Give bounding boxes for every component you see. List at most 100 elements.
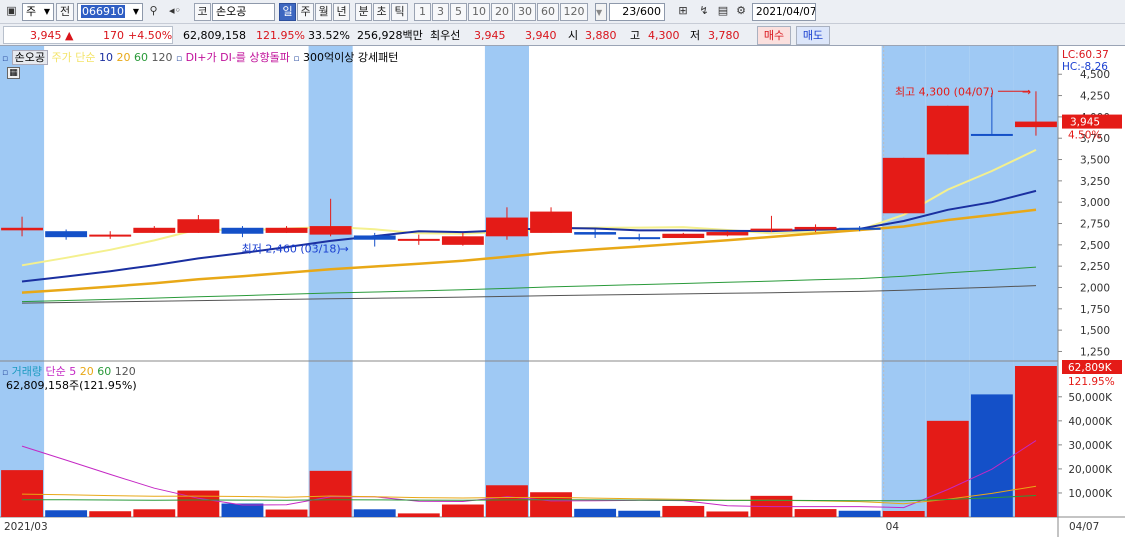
volume-bar [265, 509, 308, 517]
volume-bar [1, 470, 43, 517]
candle-body [397, 238, 440, 241]
chart-area[interactable]: 4,5004,2504,0003,7503,5003,2503,0002,750… [0, 46, 1125, 537]
stock-name-field[interactable]: 손오공 [212, 3, 275, 21]
volume-bar [926, 420, 969, 517]
signal-highlight [484, 46, 529, 517]
candle-body [926, 105, 969, 155]
speaker-icon[interactable]: ◂◦ [164, 3, 186, 21]
candle-body [618, 237, 661, 240]
stock-chart[interactable]: 4,5004,2504,0003,7503,5003,2503,0002,750… [0, 46, 1125, 537]
toolbar: ▣ 주 ▼ 전 066910 ▼ ⚲ ◂◦ 코 손오공 일 주 월 년 분 초 틱 … [0, 0, 1125, 24]
date-field[interactable]: 2021/04/07 [752, 3, 816, 21]
price-tick-label: 3,250 [1080, 176, 1110, 188]
candle-body [882, 157, 925, 214]
period-week-button[interactable]: 주 [297, 3, 314, 21]
candle-body [177, 219, 220, 233]
interval-60-button[interactable]: 60 [537, 3, 559, 21]
volume-tick-label: 40,000K [1068, 416, 1113, 428]
volume-bar [1015, 366, 1057, 517]
low-value: 3,780 [708, 29, 740, 42]
volume-bar [574, 508, 617, 517]
candle-body [838, 227, 881, 230]
price-tick-label: 2,000 [1080, 282, 1110, 294]
best-bid: 3,940 [525, 29, 557, 42]
stock-code-input[interactable]: 066910 ▼ [77, 3, 143, 21]
current-price-pct: 4.50% [1068, 130, 1101, 142]
market-button[interactable]: 코 [194, 3, 211, 21]
chevron-down-icon: ▼ [132, 7, 139, 16]
candle-body [441, 236, 484, 245]
period-second-button[interactable]: 초 [373, 3, 390, 21]
current-volume-pct: 121.95% [1068, 376, 1115, 388]
candle-body [89, 234, 132, 237]
gear-icon[interactable]: ⚙ [733, 3, 749, 21]
candle-body [530, 211, 572, 233]
volume-tick-label: 10,000K [1068, 488, 1113, 500]
interval-5-button[interactable]: 5 [450, 3, 467, 21]
open-label: 시 [568, 29, 579, 42]
chart-tool-icon[interactable]: ↯ [695, 3, 713, 21]
max-arrow-icon: → [1022, 85, 1031, 98]
chevron-down-icon: ▼ [596, 8, 603, 17]
high-value: 4,300 [648, 29, 680, 42]
volume-value: 62,809,158 [183, 29, 246, 42]
price-legend: ▫ 손오공 주가 단순 10 20 60 120 ▫ DI+가 DI-를 상향돌… [2, 49, 398, 65]
candle-body [221, 227, 264, 234]
x-axis-current-date: 04/07 [1069, 521, 1099, 533]
candle-body [574, 232, 617, 235]
price-tick-label: 3,500 [1080, 155, 1110, 167]
candle-body [970, 133, 1013, 136]
volume-tick-label: 50,000K [1068, 392, 1113, 404]
period-type-select[interactable]: 주 ▼ [22, 3, 54, 21]
volume-bar [397, 513, 440, 517]
stock-code-value: 066910 [81, 5, 125, 18]
grid-toggle-icon[interactable]: ▦ [7, 67, 20, 79]
volume-bar [882, 510, 925, 517]
best-ask: 3,945 [474, 29, 506, 42]
stock-tag: 손오공 [11, 50, 48, 65]
buy-button[interactable]: 매수 [757, 26, 791, 45]
price-tick-label: 4,250 [1080, 91, 1110, 103]
interval-120-button[interactable]: 120 [560, 3, 588, 21]
chart-window-icon[interactable]: ▣ [3, 3, 20, 21]
period-year-button[interactable]: 년 [333, 3, 350, 21]
price-tick-label: 3,000 [1080, 197, 1110, 209]
prev-button[interactable]: 전 [56, 3, 74, 21]
period-day-button[interactable]: 일 [279, 3, 296, 21]
save-icon[interactable]: ▤ [715, 3, 731, 21]
interval-20-button[interactable]: 20 [491, 3, 513, 21]
current-volume-tag-text: 62,809K [1068, 362, 1113, 374]
search-icon[interactable]: ⚲ [145, 3, 162, 21]
signal-highlight-layer [0, 46, 1058, 517]
volume-bar [618, 510, 661, 517]
trade-amount: 256,928백만 [357, 29, 423, 42]
volume-bar [530, 492, 572, 517]
ma-10-label: 10 [98, 51, 113, 64]
crosshair-icon[interactable]: ⊞ [673, 3, 693, 21]
period-tick-button[interactable]: 틱 [391, 3, 408, 21]
volume-bar [221, 503, 264, 517]
candle-body [1015, 121, 1057, 128]
candle-body [353, 235, 396, 240]
x-axis-label: 04 [886, 521, 900, 533]
interval-30-button[interactable]: 30 [514, 3, 536, 21]
interval-1-button[interactable]: 1 [414, 3, 431, 21]
price-tick-label: 1,500 [1080, 325, 1110, 337]
ma-120-label: 120 [151, 51, 173, 64]
x-axis-label: 2021/03 [4, 521, 48, 533]
quote-bar: 3,945 ▲ 170 +4.50% 62,809,158 121.95% 33… [0, 24, 1125, 46]
interval-10-button[interactable]: 10 [468, 3, 490, 21]
lc-label: LC:60.37 [1062, 49, 1109, 61]
sell-button[interactable]: 매도 [796, 26, 830, 45]
signal-highlight [308, 46, 353, 517]
page-counter[interactable]: 23/600 [609, 3, 665, 21]
period-month-button[interactable]: 월 [315, 3, 332, 21]
candle-body [133, 227, 176, 233]
page-total: /600 [636, 5, 661, 18]
interval-dropdown[interactable]: ▼ [595, 3, 607, 21]
period-minute-button[interactable]: 분 [355, 3, 372, 21]
price-tick-label: 2,750 [1080, 219, 1110, 231]
candle-body [45, 231, 88, 238]
interval-3-button[interactable]: 3 [432, 3, 449, 21]
ma-label: 주가 단순 [51, 51, 96, 64]
